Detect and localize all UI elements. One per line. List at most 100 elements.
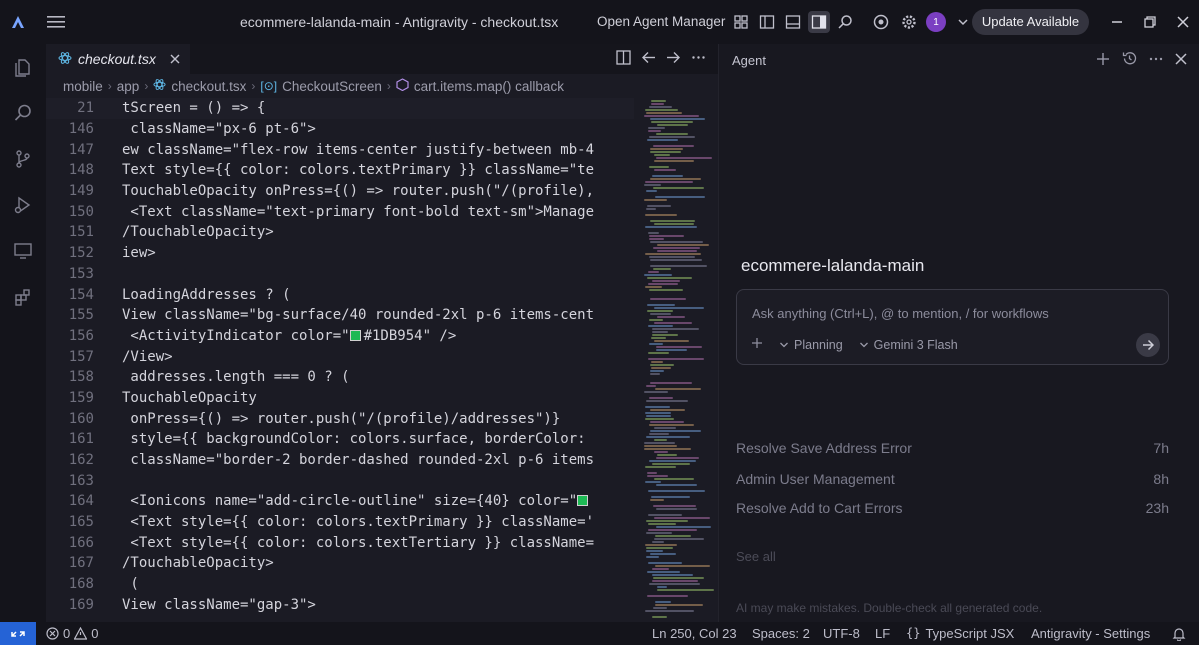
search-icon[interactable] xyxy=(834,11,856,33)
split-editor-icon[interactable] xyxy=(616,50,631,68)
recent-conversation[interactable]: Resolve Add to Cart Errors 23h xyxy=(736,500,1169,516)
minimap-line xyxy=(657,586,667,588)
minimap-line xyxy=(657,589,714,591)
agent-chat-input[interactable]: Ask anything (Ctrl+L), @ to mention, / f… xyxy=(736,289,1169,365)
open-agent-manager-button[interactable]: Open Agent Manager xyxy=(597,0,725,44)
settings-gear-icon[interactable] xyxy=(898,11,920,33)
go-forward-icon[interactable] xyxy=(666,50,681,68)
code-line[interactable]: 149 TouchableOpacity onPress={() => route… xyxy=(46,181,634,202)
minimap-line xyxy=(650,265,707,267)
avatar-badge-count: 1 xyxy=(933,16,939,28)
tab-checkout-tsx[interactable]: checkout.tsx xyxy=(46,44,190,74)
minimap-line xyxy=(652,463,690,465)
toggle-panel-icon[interactable] xyxy=(782,11,804,33)
color-swatch[interactable] xyxy=(577,495,589,507)
minimap-line xyxy=(647,205,671,207)
toggle-primary-sidebar-icon[interactable] xyxy=(756,11,778,33)
code-line[interactable]: 151/TouchableOpacity> xyxy=(46,222,634,243)
code-line[interactable]: 168 ( xyxy=(46,574,634,595)
code-line[interactable]: 157/View> xyxy=(46,346,634,367)
menu-icon[interactable] xyxy=(36,0,76,44)
recent-conversation[interactable]: Admin User Management 8h xyxy=(736,471,1169,487)
update-available-button[interactable]: Update Available xyxy=(972,9,1089,35)
restore-icon[interactable] xyxy=(1133,0,1166,44)
minimap-line xyxy=(648,232,659,234)
minimize-icon[interactable] xyxy=(1100,0,1133,44)
close-tab-icon[interactable] xyxy=(170,52,180,67)
code-editor[interactable]: 21 tScreen = () => {146 className="px-6 p… xyxy=(46,98,634,622)
minimap-line xyxy=(655,604,703,606)
layout-grid-icon[interactable] xyxy=(730,11,752,33)
code-line[interactable]: 156 <ActivityIndicator color=" #1DB954" /… xyxy=(46,326,634,347)
code-line[interactable]: 155 View className="bg-surface/40 rounded… xyxy=(46,305,634,326)
code-line[interactable]: 148 Text style={{ color: colors.textPrima… xyxy=(46,160,634,181)
close-window-icon[interactable] xyxy=(1166,0,1199,44)
model-dropdown[interactable]: Gemini 3 Flash xyxy=(859,338,958,352)
breadcrumb-item[interactable]: mobile xyxy=(63,79,103,94)
breadcrumb-item[interactable]: cart.items.map() callback xyxy=(414,79,564,94)
problems-indicator[interactable]: 0 0 xyxy=(46,622,98,645)
encoding[interactable]: UTF-8 xyxy=(823,622,860,645)
chevron-right-icon: › xyxy=(386,79,391,93)
explorer-icon[interactable] xyxy=(0,44,46,90)
code-line[interactable]: 164 <Ionicons name="add-circle-outline" … xyxy=(46,491,634,512)
line-ending[interactable]: LF xyxy=(875,622,890,645)
code-line[interactable]: 167/TouchableOpacity> xyxy=(46,553,634,574)
code-line[interactable]: 146 className="px-6 pt-6"> xyxy=(46,119,634,140)
code-line[interactable]: 147 ew className="flex-row items-center j… xyxy=(46,139,634,160)
code-line[interactable]: 159 TouchableOpacity xyxy=(46,388,634,409)
send-button[interactable] xyxy=(1136,333,1160,357)
minimap-line xyxy=(649,319,663,321)
account-avatar[interactable]: 1 xyxy=(926,12,946,32)
antigravity-settings[interactable]: Antigravity - Settings xyxy=(1031,622,1150,645)
minimap-line xyxy=(654,517,710,519)
breadcrumb-item[interactable]: checkout.tsx xyxy=(171,79,246,94)
notifications-bell-icon[interactable] xyxy=(1172,622,1186,645)
code-line[interactable]: 150 <Text className="text-primary font-b… xyxy=(46,201,634,222)
add-context-icon[interactable] xyxy=(751,337,763,352)
minimap-line xyxy=(656,457,699,459)
code-line[interactable]: 165 <Text style={{ color: colors.textPri… xyxy=(46,512,634,533)
code-line[interactable]: 161 style={{ backgroundColor: colors.sur… xyxy=(46,429,634,450)
close-panel-icon[interactable] xyxy=(1175,52,1187,68)
extensions-icon[interactable] xyxy=(0,274,46,320)
toggle-secondary-sidebar-icon[interactable] xyxy=(808,11,830,33)
chevron-down-icon[interactable] xyxy=(952,11,974,33)
code-line[interactable]: 166 <Text style={{ color: colors.textTer… xyxy=(46,532,634,553)
cursor-position[interactable]: Ln 250, Col 23 xyxy=(652,622,737,645)
new-conversation-icon[interactable] xyxy=(1096,52,1110,69)
line-number: 160 xyxy=(68,410,94,427)
color-swatch[interactable] xyxy=(349,329,361,341)
code-line[interactable]: 162 className="border-2 border-dashed ro… xyxy=(46,450,634,471)
chrome-browser-icon[interactable] xyxy=(870,11,892,33)
minimap[interactable] xyxy=(636,98,718,622)
code-line[interactable]: 160 onPress={() => router.push("/(profil… xyxy=(46,408,634,429)
minimap-line xyxy=(652,175,683,177)
mode-dropdown[interactable]: Planning xyxy=(779,338,843,352)
error-count: 0 xyxy=(63,626,71,641)
breadcrumb-item[interactable]: app xyxy=(117,79,140,94)
more-actions-icon[interactable] xyxy=(691,50,706,68)
run-debug-icon[interactable] xyxy=(0,182,46,228)
language-mode[interactable]: {} TypeScript JSX xyxy=(906,622,1014,645)
code-line[interactable]: 158 addresses.length === 0 ? ( xyxy=(46,367,634,388)
history-icon[interactable] xyxy=(1122,51,1137,69)
remote-indicator-icon[interactable] xyxy=(0,622,36,645)
remote-explorer-icon[interactable] xyxy=(0,228,46,274)
code-line[interactable]: 21 tScreen = () => { xyxy=(46,98,634,119)
code-text: /View> xyxy=(122,348,173,365)
search-view-icon[interactable] xyxy=(0,90,46,136)
see-all-link[interactable]: See all xyxy=(736,549,776,564)
go-back-icon[interactable] xyxy=(641,50,656,68)
language-label: TypeScript JSX xyxy=(925,626,1015,641)
source-control-icon[interactable] xyxy=(0,136,46,182)
code-line[interactable]: 152 iew> xyxy=(46,243,634,264)
more-options-icon[interactable] xyxy=(1149,52,1163,69)
indentation[interactable]: Spaces: 2 xyxy=(752,622,810,645)
code-line[interactable]: 163 xyxy=(46,470,634,491)
code-line[interactable]: 154 LoadingAddresses ? ( xyxy=(46,284,634,305)
recent-conversation[interactable]: Resolve Save Address Error 7h xyxy=(736,440,1169,456)
code-line[interactable]: 169 View className="gap-3"> xyxy=(46,595,634,616)
breadcrumb-item[interactable]: CheckoutScreen xyxy=(282,79,382,94)
code-line[interactable]: 153 xyxy=(46,264,634,285)
